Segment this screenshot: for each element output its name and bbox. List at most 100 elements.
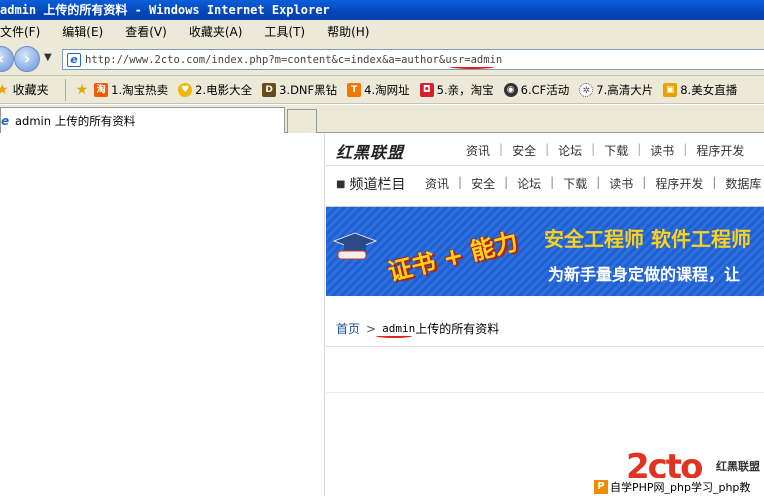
menu-bar: 文件(F) 编辑(E) 查看(V) 收藏夹(A) 工具(T) 帮助(H) [0, 20, 764, 42]
topnav-news[interactable]: 资讯 [466, 142, 490, 159]
favorite-link-label: 3.DNF黑钻 [279, 82, 338, 97]
menu-favorites[interactable]: 收藏夹(A) [189, 23, 243, 40]
favorite-link-label: 5.亲，淘宝 [436, 82, 494, 97]
annotation-underline [450, 65, 494, 69]
favorite-link-6[interactable]: ◉ 6.CF活动 [503, 82, 570, 98]
new-tab-button[interactable] [287, 109, 317, 133]
promo-banner[interactable]: 证书 + 能力 安全工程师 软件工程师 为新手量身定做的课程，让 [326, 206, 764, 296]
channel-news[interactable]: 资讯 [425, 175, 449, 192]
channel-download[interactable]: 下载 [563, 175, 587, 192]
separator: | [637, 142, 642, 156]
favorites-bar: ★ 收藏夹 ★ 淘 1.淘宝热卖 ♥ 2.电影大全 D 3.DNF黑钻 T 4.… [0, 76, 764, 104]
channel-database[interactable]: 数据库 [725, 175, 761, 192]
back-arrow-icon: ‹ [0, 49, 4, 68]
tab-title: admin 上传的所有资料 [15, 113, 136, 128]
graduation-cap-icon [332, 232, 378, 260]
t-icon: T [347, 82, 362, 97]
back-button[interactable]: ‹ [0, 46, 14, 72]
menu-help[interactable]: 帮助(H) [327, 23, 369, 40]
menu-tools[interactable]: 工具(T) [264, 23, 305, 40]
banner-subline: 为新手量身定做的课程，让 [548, 265, 741, 284]
separator: | [683, 142, 688, 156]
php-icon: P [594, 480, 608, 494]
menu-file[interactable]: 文件(F) [0, 23, 40, 40]
top-nav: 资讯 | 安全 | 论坛 | 下载 | 读书 | 程序开发 [466, 142, 744, 159]
banner-headline: 安全工程师 软件工程师 [544, 227, 751, 251]
film-icon: ✲ [579, 82, 594, 97]
topnav-reading[interactable]: 读书 [650, 142, 674, 159]
favorite-link-label: 4.淘网址 [364, 82, 410, 97]
breadcrumb-divider [326, 346, 764, 347]
content-divider [326, 392, 764, 393]
bag-icon: ◘ [419, 82, 434, 97]
pane-divider [324, 134, 325, 496]
watermark-strip: P 自学PHP网_php学习_php教 [594, 478, 764, 496]
separator: | [596, 175, 601, 189]
bullet-icon: ■ [336, 179, 346, 190]
separator: | [499, 142, 504, 156]
forward-button[interactable]: › [14, 46, 40, 72]
separator: | [550, 175, 555, 189]
separator: | [591, 142, 596, 156]
banner-cert-text: 证书 + 能力 [385, 227, 521, 287]
channel-title: ■ 频道栏目 [336, 174, 405, 194]
separator: | [712, 175, 717, 189]
forward-arrow-icon: › [23, 49, 31, 68]
url-text[interactable]: http://www.2cto.com/index.php?m=content&… [85, 54, 502, 66]
separator: | [504, 175, 509, 189]
menu-edit[interactable]: 编辑(E) [62, 23, 103, 40]
breadcrumb: 首页 > admin 上传的所有资料 [336, 320, 499, 337]
topnav-forum[interactable]: 论坛 [558, 142, 582, 159]
channel-programming[interactable]: 程序开发 [655, 175, 703, 192]
topnav-security[interactable]: 安全 [512, 142, 536, 159]
site-logo[interactable]: 红黑联盟 [336, 139, 404, 163]
address-field[interactable]: e http://www.2cto.com/index.php?m=conten… [62, 49, 764, 70]
favorite-link-label: 2.电影大全 [195, 82, 253, 97]
taobao-icon: 淘 [94, 82, 109, 97]
favorite-link-label: 1.淘宝热卖 [111, 82, 169, 97]
favorite-link-label: 6.CF活动 [520, 82, 570, 97]
channel-forum[interactable]: 论坛 [517, 175, 541, 192]
tab-current[interactable]: e admin 上传的所有资料 [0, 107, 285, 133]
channel-bar: ■ 频道栏目 资讯 | 安全 | 论坛 | 下载 | 读书 | 程序开发 | 数据库 [326, 166, 764, 200]
add-favorite-icon[interactable]: ★ [76, 82, 89, 98]
tv-icon: ▣ [663, 82, 678, 97]
annotation-underline [376, 334, 412, 338]
favorite-link-3[interactable]: D 3.DNF黑钻 [262, 82, 337, 98]
favorite-link-1[interactable]: 淘 1.淘宝热卖 [94, 82, 168, 98]
ie-page-icon: e [1, 113, 10, 128]
dnf-icon: D [262, 82, 277, 97]
separator: | [458, 175, 463, 189]
channel-title-text: 频道栏目 [349, 177, 406, 193]
topnav-programming[interactable]: 程序开发 [696, 142, 744, 159]
breadcrumb-separator: > [366, 321, 377, 336]
favorite-link-2[interactable]: ♥ 2.电影大全 [178, 82, 252, 98]
breadcrumb-current: 上传的所有资料 [415, 322, 500, 336]
channel-security[interactable]: 安全 [471, 175, 495, 192]
star-icon: ★ [0, 82, 9, 98]
watermark-strip-text: 自学PHP网_php学习_php教 [610, 481, 751, 494]
favorites-button[interactable]: ★ 收藏夹 [0, 78, 66, 101]
favorite-link-4[interactable]: T 4.淘网址 [347, 82, 410, 98]
address-toolbar: ‹ › ▼ e http://www.2cto.com/index.php?m=… [0, 42, 764, 76]
channel-reading[interactable]: 读书 [609, 175, 633, 192]
favorite-link-5[interactable]: ◘ 5.亲，淘宝 [419, 82, 494, 98]
separator: | [642, 175, 647, 189]
favorite-link-label: 7.高清大片 [596, 82, 654, 97]
favorite-link-8[interactable]: ▣ 8.美女直播 [663, 82, 737, 98]
window-title-bar[interactable]: admin 上传的所有资料 - Windows Internet Explore… [0, 0, 764, 20]
favorite-link-label: 8.美女直播 [680, 82, 738, 97]
menu-view[interactable]: 查看(V) [125, 23, 167, 40]
channel-nav: 资讯 | 安全 | 论坛 | 下载 | 读书 | 程序开发 | 数据库 [425, 175, 761, 192]
ie-page-icon: e [67, 52, 81, 67]
watermark: 2cto 红黑联盟 P 自学PHP网_php学习_php教 [594, 450, 764, 496]
heart-icon: ♥ [178, 82, 193, 97]
breadcrumb-home[interactable]: 首页 [336, 320, 360, 337]
cf-icon: ◉ [503, 82, 518, 97]
window-title: admin 上传的所有资料 - Windows Internet Explore… [0, 3, 330, 17]
site-top-header: 红黑联盟 资讯 | 安全 | 论坛 | 下载 | 读书 | 程序开发 [326, 134, 764, 166]
favorite-link-7[interactable]: ✲ 7.高清大片 [579, 82, 653, 98]
topnav-download[interactable]: 下载 [604, 142, 628, 159]
watermark-logo-cn: 红黑联盟 [716, 460, 760, 473]
history-dropdown-icon[interactable]: ▼ [44, 52, 52, 63]
